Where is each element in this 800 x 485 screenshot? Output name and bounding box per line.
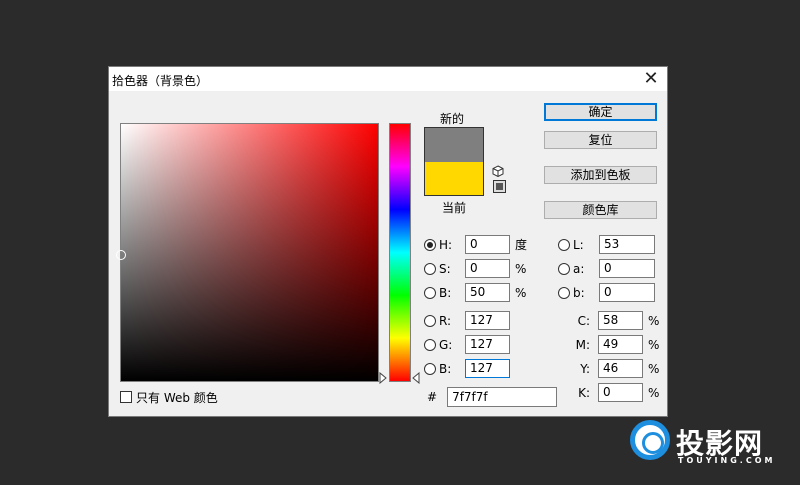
hue-radio[interactable] [424, 238, 436, 251]
yellow-unit: % [648, 361, 660, 376]
add-to-swatches-button[interactable]: 添加到色板 [544, 166, 657, 184]
blue-radio[interactable] [424, 362, 436, 375]
brightness-unit: % [515, 285, 527, 300]
hex-row: # 7f7f7f [427, 387, 558, 407]
black-label: K: [578, 385, 590, 400]
magenta-input[interactable]: 49 [598, 335, 643, 354]
hex-label: # [427, 390, 438, 404]
red-input[interactable]: 127 [465, 311, 510, 330]
saturation-input[interactable]: 0 [465, 259, 510, 278]
magenta-unit: % [648, 337, 660, 352]
lab-b-row: b: 0 [558, 283, 655, 302]
lightness-radio[interactable] [558, 238, 570, 251]
blue-row: B: 127 [424, 359, 510, 378]
hex-input[interactable]: 7f7f7f [447, 387, 558, 407]
hue-unit: 度 [515, 238, 528, 252]
new-color-swatch[interactable] [425, 128, 483, 162]
red-radio[interactable] [424, 314, 436, 327]
web-colors-only-checkbox[interactable] [120, 391, 132, 403]
hue-label: H: [439, 237, 453, 252]
red-label: R: [439, 313, 452, 328]
lab-a-row: a: 0 [558, 259, 655, 278]
black-unit: % [648, 385, 660, 400]
lab-a-input[interactable]: 0 [599, 259, 655, 278]
lab-a-label: a: [573, 261, 585, 276]
lightness-input[interactable]: 53 [599, 235, 655, 254]
red-row: R: 127 [424, 311, 510, 330]
watermark-logo-icon [630, 420, 670, 460]
dialog-title: 拾色器（背景色） [112, 74, 209, 88]
current-color-label: 当前 [442, 201, 467, 215]
saturation-label: S: [439, 261, 451, 276]
color-libraries-button[interactable]: 颜色库 [544, 201, 657, 219]
color-swatch-compare [424, 127, 484, 196]
magenta-row: M: 49 % [564, 335, 659, 354]
green-input[interactable]: 127 [465, 335, 510, 354]
color-field[interactable] [116, 123, 379, 382]
title-bar: 拾色器（背景色） ✕ [109, 67, 667, 91]
saturation-radio[interactable] [424, 262, 436, 275]
cyan-unit: % [648, 313, 660, 328]
lightness-row: L: 53 [558, 235, 655, 254]
color-picker-dialog: 拾色器（背景色） ✕ 只有 Web 颜色 新的 当前 确定 复位 添加到色板 颜… [108, 66, 668, 417]
hue-row: H: 0 度 [424, 235, 527, 254]
reset-button[interactable]: 复位 [544, 131, 657, 149]
cyan-label: C: [577, 313, 590, 328]
brightness-label: B: [439, 285, 452, 300]
lab-b-input[interactable]: 0 [599, 283, 655, 302]
black-row: K: 0 % [564, 383, 659, 402]
saturation-row: S: 0 % [424, 259, 526, 278]
cyan-input[interactable]: 58 [598, 311, 643, 330]
yellow-row: Y: 46 % [564, 359, 659, 378]
out-of-gamut-cube-icon[interactable] [492, 165, 504, 177]
blue-input[interactable]: 127 [465, 359, 510, 378]
new-color-label: 新的 [440, 112, 465, 126]
watermark: 投影网 TOUYING.COM [630, 420, 790, 470]
current-color-swatch[interactable] [425, 162, 483, 195]
color-field-marker[interactable] [116, 250, 126, 260]
close-icon[interactable]: ✕ [641, 69, 661, 89]
lab-a-radio[interactable] [558, 262, 570, 275]
ok-button[interactable]: 确定 [544, 103, 657, 121]
magenta-label: M: [575, 337, 590, 352]
lab-b-label: b: [573, 285, 585, 300]
green-row: G: 127 [424, 335, 510, 354]
hue-slider-left-arrow-icon[interactable] [379, 372, 387, 384]
yellow-label: Y: [580, 361, 590, 376]
saturation-unit: % [515, 261, 527, 276]
web-safe-swatch-icon[interactable] [493, 180, 506, 193]
green-radio[interactable] [424, 338, 436, 351]
black-input[interactable]: 0 [598, 383, 643, 402]
hue-slider-right-arrow-icon[interactable] [412, 372, 420, 384]
hue-slider[interactable] [389, 123, 411, 382]
hue-input[interactable]: 0 [465, 235, 510, 254]
yellow-input[interactable]: 46 [598, 359, 643, 378]
cyan-row: C: 58 % [564, 311, 659, 330]
green-label: G: [439, 337, 453, 352]
brightness-row: B: 50 % [424, 283, 526, 302]
brightness-radio[interactable] [424, 286, 436, 299]
watermark-site: TOUYING.COM [678, 456, 776, 465]
lab-b-radio[interactable] [558, 286, 570, 299]
blue-label: B: [439, 361, 452, 376]
web-colors-only-label: 只有 Web 颜色 [136, 390, 218, 405]
lightness-label: L: [573, 237, 584, 252]
brightness-input[interactable]: 50 [465, 283, 510, 302]
web-colors-only-option[interactable]: 只有 Web 颜色 [120, 389, 218, 405]
